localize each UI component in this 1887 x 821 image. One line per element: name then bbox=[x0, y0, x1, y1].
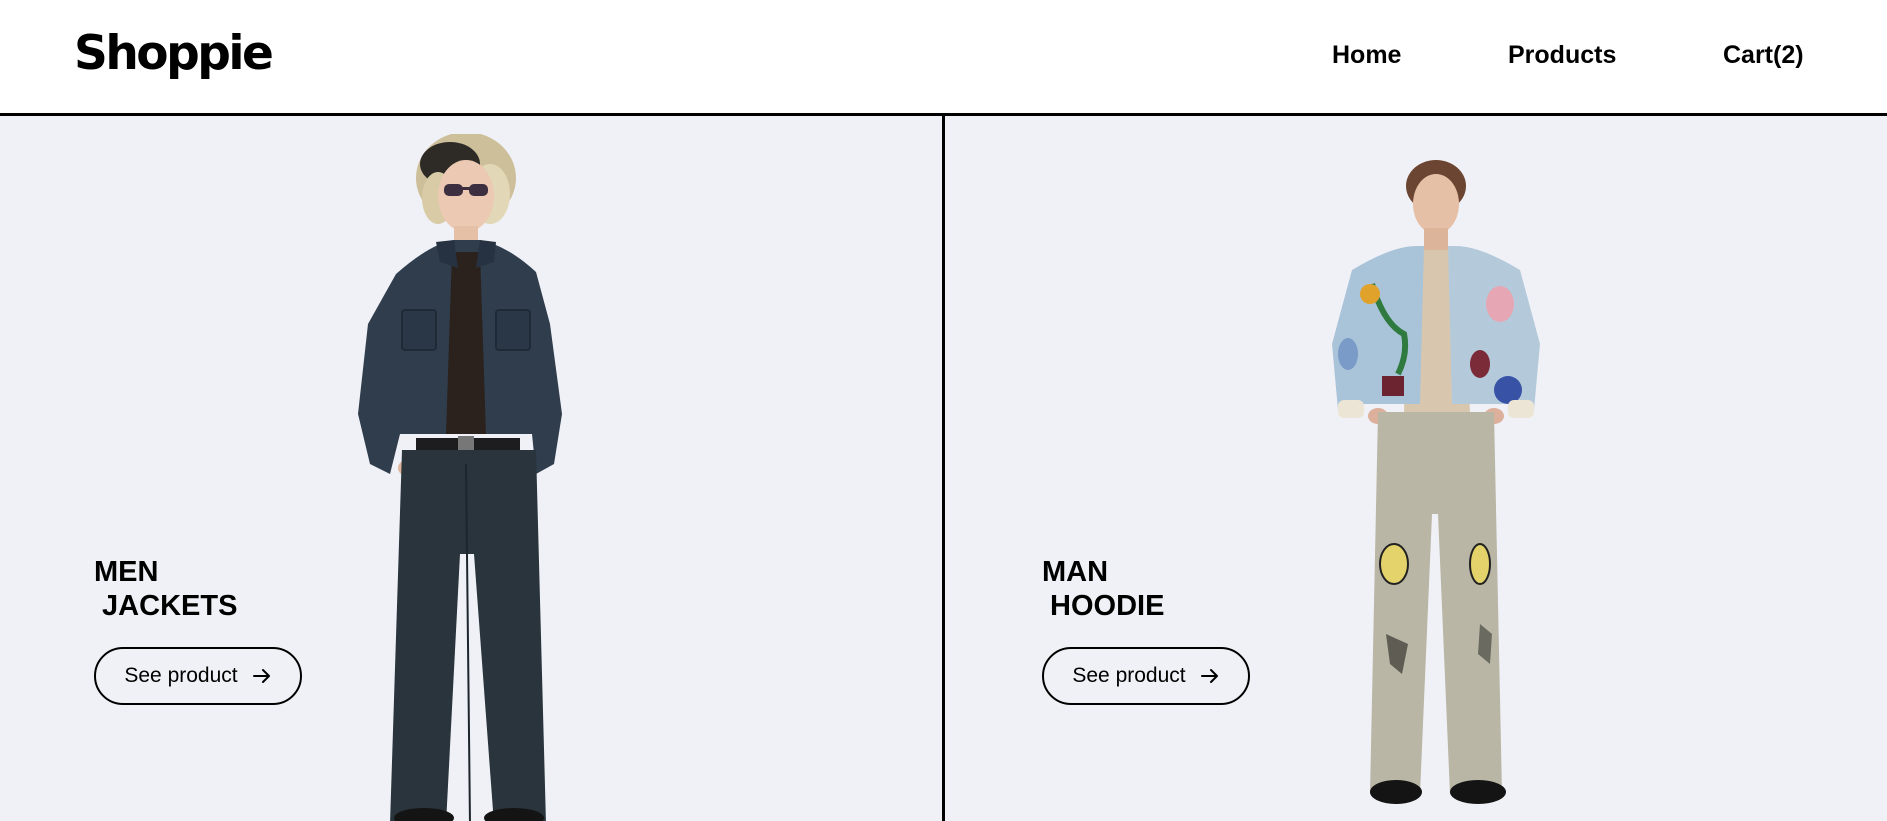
logo[interactable]: Shoppie bbox=[74, 24, 274, 84]
site-header: Shoppie Home Products Cart(2) bbox=[0, 0, 1887, 116]
nav-home-link[interactable]: Home bbox=[1332, 38, 1401, 72]
arrow-right-icon bbox=[1200, 669, 1218, 683]
see-product-label: See product bbox=[1072, 664, 1186, 687]
nav-cart-link[interactable]: Cart(2) bbox=[1723, 38, 1804, 72]
arrow-right-icon bbox=[252, 669, 270, 683]
see-product-button-jackets[interactable]: See product bbox=[94, 647, 302, 705]
product-panel-jackets: MEN JACKETS See product bbox=[0, 116, 945, 821]
see-product-label: See product bbox=[124, 664, 238, 687]
product-title-hoodie: MAN HOODIE bbox=[1042, 556, 1165, 622]
product-title-jackets: MEN JACKETS bbox=[94, 556, 238, 622]
model-denim-jacket-image bbox=[358, 134, 562, 821]
see-product-button-hoodie[interactable]: See product bbox=[1042, 647, 1250, 705]
product-panels: MEN JACKETS See product MAN HOODIE See p… bbox=[0, 116, 1887, 821]
model-printed-hoodie-image bbox=[1332, 160, 1540, 804]
nav-products-link[interactable]: Products bbox=[1508, 38, 1616, 72]
product-panel-hoodie: MAN HOODIE See product bbox=[948, 116, 1887, 821]
